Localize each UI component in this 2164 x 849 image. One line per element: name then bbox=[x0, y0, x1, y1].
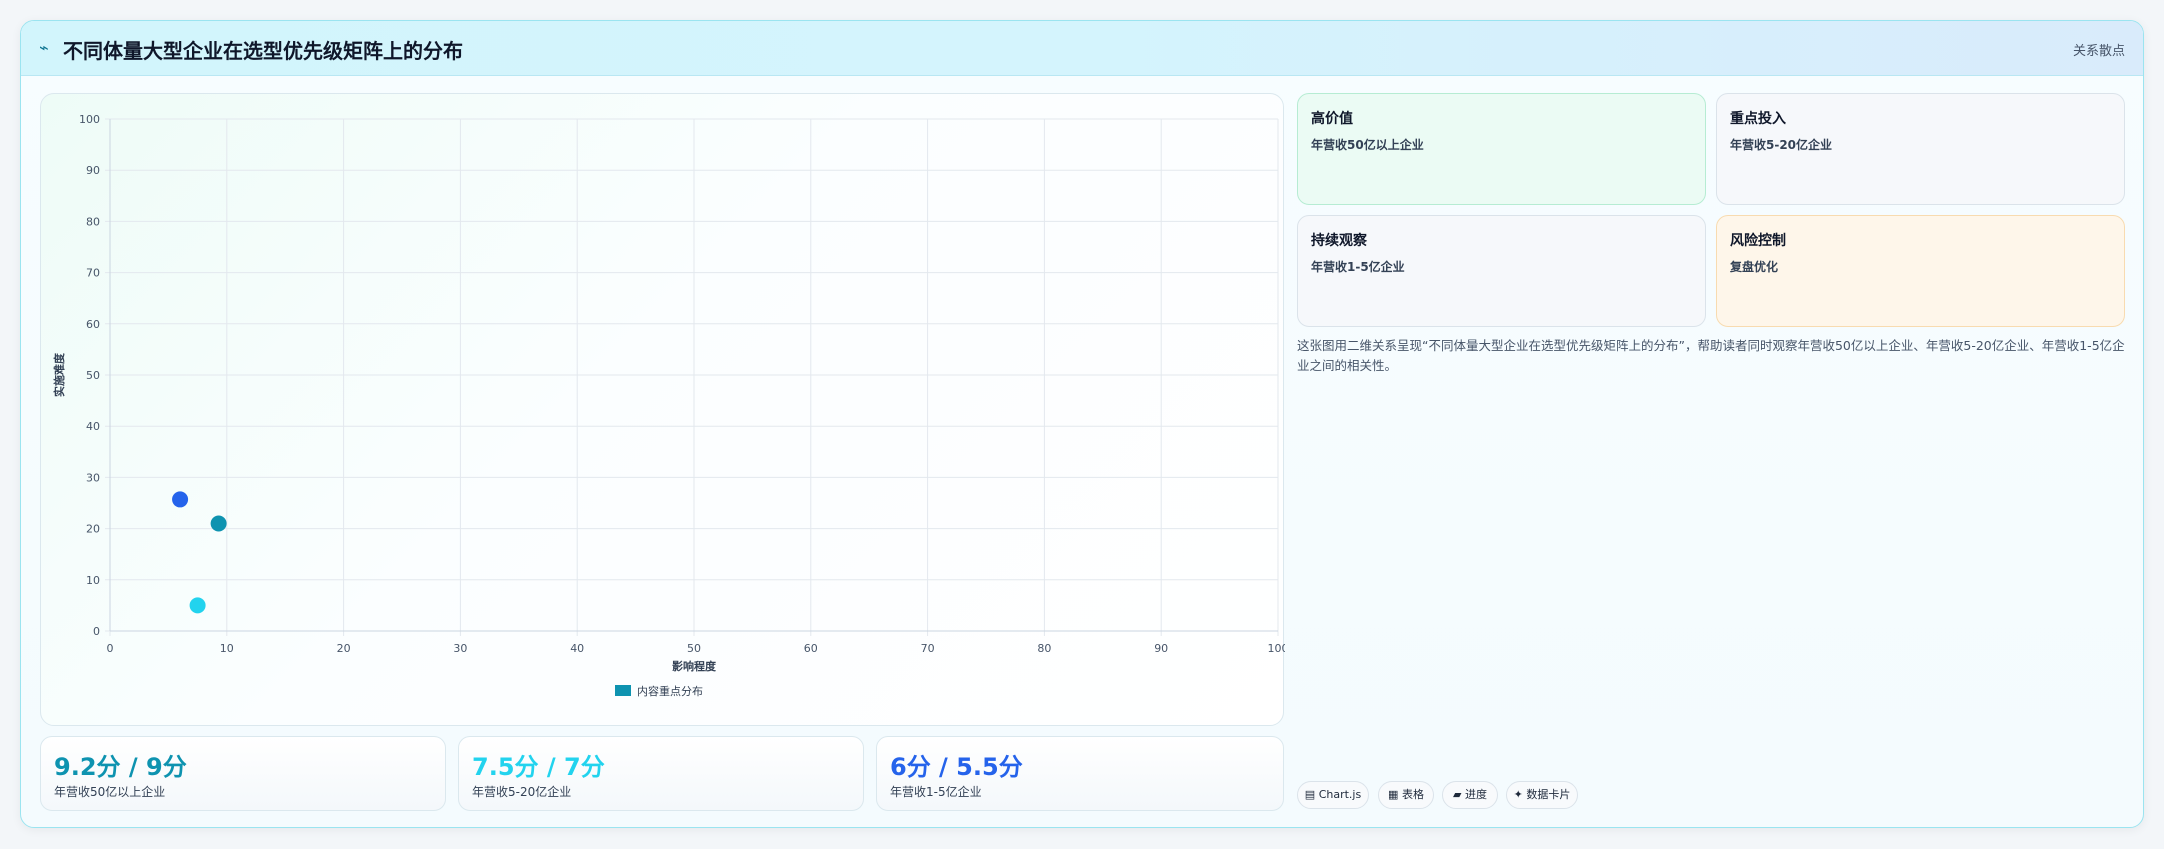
scatter-chart: 0 10 20 30 40 50 60 70 80 90 100 0 10 20 30 40 50 60 70 80 9… bbox=[52, 113, 1286, 698]
stat-card-small: 6分 / 5.5分 年营收1-5亿企业 bbox=[876, 736, 1284, 811]
stat-label: 年营收50亿以上企业 bbox=[54, 785, 166, 799]
x-tick-label: 70 bbox=[921, 642, 935, 655]
pulse-icon: ⌁ bbox=[39, 38, 49, 57]
stat-card-mid: 7.5分 / 7分 年营收5-20亿企业 bbox=[458, 736, 864, 811]
y-axis-label: 实施难度 bbox=[52, 352, 66, 397]
x-tick-label: 40 bbox=[570, 642, 584, 655]
chart-description: 这张图用二维关系呈现“不同体量大型企业在选型优先级矩阵上的分布”，帮助读者同时观… bbox=[1297, 338, 2125, 373]
x-tick-label: 30 bbox=[453, 642, 467, 655]
x-tick-label: 100 bbox=[1268, 642, 1286, 655]
legend-label: 内容重点分布 bbox=[637, 684, 703, 698]
chip-label: 表格 bbox=[1401, 788, 1424, 801]
table-icon: ▦ bbox=[1388, 788, 1399, 801]
quadrant-subtitle: 复盘优化 bbox=[1730, 260, 1779, 274]
dashboard-card: ⌁ 不同体量大型企业在选型优先级矩阵上的分布 关系散点 0 10 20 30 40 50 6… bbox=[20, 20, 2144, 828]
y-tick-label: 100 bbox=[79, 113, 100, 126]
scatter-point bbox=[189, 597, 206, 614]
y-tick-label: 80 bbox=[86, 215, 100, 228]
y-tick-label: 40 bbox=[86, 420, 100, 433]
x-tick-label: 0 bbox=[107, 642, 114, 655]
quadrant-high-value: 高价值 年营收50亿以上企业 bbox=[1297, 93, 1706, 205]
stat-card-large: 9.2分 / 9分 年营收50亿以上企业 bbox=[40, 736, 446, 811]
quadrant-subtitle: 年营收50亿以上企业 bbox=[1311, 138, 1424, 152]
stat-value: 6分 / 5.5分 bbox=[890, 753, 1023, 781]
x-tick-label: 10 bbox=[220, 642, 234, 655]
scatter-point bbox=[210, 515, 227, 532]
legend-swatch bbox=[615, 685, 631, 696]
x-tick-label: 60 bbox=[804, 642, 818, 655]
quadrant-subtitle: 年营收1-5亿企业 bbox=[1311, 260, 1405, 274]
stat-label: 年营收5-20亿企业 bbox=[472, 785, 572, 799]
chip-chartjs[interactable]: ▤ Chart.js bbox=[1297, 781, 1369, 809]
quadrant-title: 风险控制 bbox=[1730, 233, 1786, 249]
quadrant-key-investment: 重点投入 年营收5-20亿企业 bbox=[1716, 93, 2125, 205]
stat-value: 7.5分 / 7分 bbox=[472, 753, 605, 781]
chart-panel: 0 10 20 30 40 50 60 70 80 90 100 0 10 20 30 40 50 60 70 80 9… bbox=[40, 93, 1286, 726]
quadrant-risk-control: 风险控制 复盘优化 bbox=[1716, 215, 2125, 327]
scatter-point bbox=[172, 491, 189, 508]
chip-table[interactable]: ▦ 表格 bbox=[1378, 781, 1434, 809]
x-tick-label: 20 bbox=[337, 642, 351, 655]
chip-label: 进度 bbox=[1464, 788, 1487, 801]
quadrant-subtitle: 年营收5-20亿企业 bbox=[1730, 138, 1833, 152]
y-tick-label: 30 bbox=[86, 471, 100, 484]
x-tick-label: 90 bbox=[1154, 642, 1168, 655]
progress-icon: ▰ bbox=[1453, 788, 1462, 801]
x-axis-label: 影响程度 bbox=[672, 659, 717, 673]
chip-label: Chart.js bbox=[1318, 788, 1362, 801]
chip-label: 数据卡片 bbox=[1526, 788, 1571, 801]
chip-progress[interactable]: ▰ 进度 bbox=[1442, 781, 1498, 809]
sparkle-icon: ✦ bbox=[1513, 788, 1523, 801]
quadrant-title: 重点投入 bbox=[1730, 111, 1786, 127]
x-tick-label: 50 bbox=[687, 642, 701, 655]
chart-icon: ▤ bbox=[1304, 788, 1316, 801]
page-title: 不同体量大型企业在选型优先级矩阵上的分布 bbox=[63, 39, 463, 63]
y-tick-label: 0 bbox=[93, 625, 100, 638]
stat-value: 9.2分 / 9分 bbox=[54, 753, 187, 781]
quadrant-title: 高价值 bbox=[1311, 111, 1353, 127]
card-header: ⌁ 不同体量大型企业在选型优先级矩阵上的分布 关系散点 bbox=[21, 21, 2143, 76]
y-tick-label: 70 bbox=[86, 267, 100, 280]
y-tick-label: 50 bbox=[86, 369, 100, 382]
y-tick-label: 20 bbox=[86, 523, 100, 536]
stat-label: 年营收1-5亿企业 bbox=[890, 785, 982, 799]
chart-type-tag: 关系散点 bbox=[2072, 44, 2125, 59]
chip-data-card[interactable]: ✦ 数据卡片 bbox=[1506, 781, 1578, 809]
y-tick-label: 90 bbox=[86, 164, 100, 177]
y-tick-label: 10 bbox=[86, 574, 100, 587]
quadrant-observe: 持续观察 年营收1-5亿企业 bbox=[1297, 215, 1706, 327]
y-tick-label: 60 bbox=[86, 318, 100, 331]
quadrant-title: 持续观察 bbox=[1311, 233, 1367, 249]
x-tick-label: 80 bbox=[1037, 642, 1051, 655]
